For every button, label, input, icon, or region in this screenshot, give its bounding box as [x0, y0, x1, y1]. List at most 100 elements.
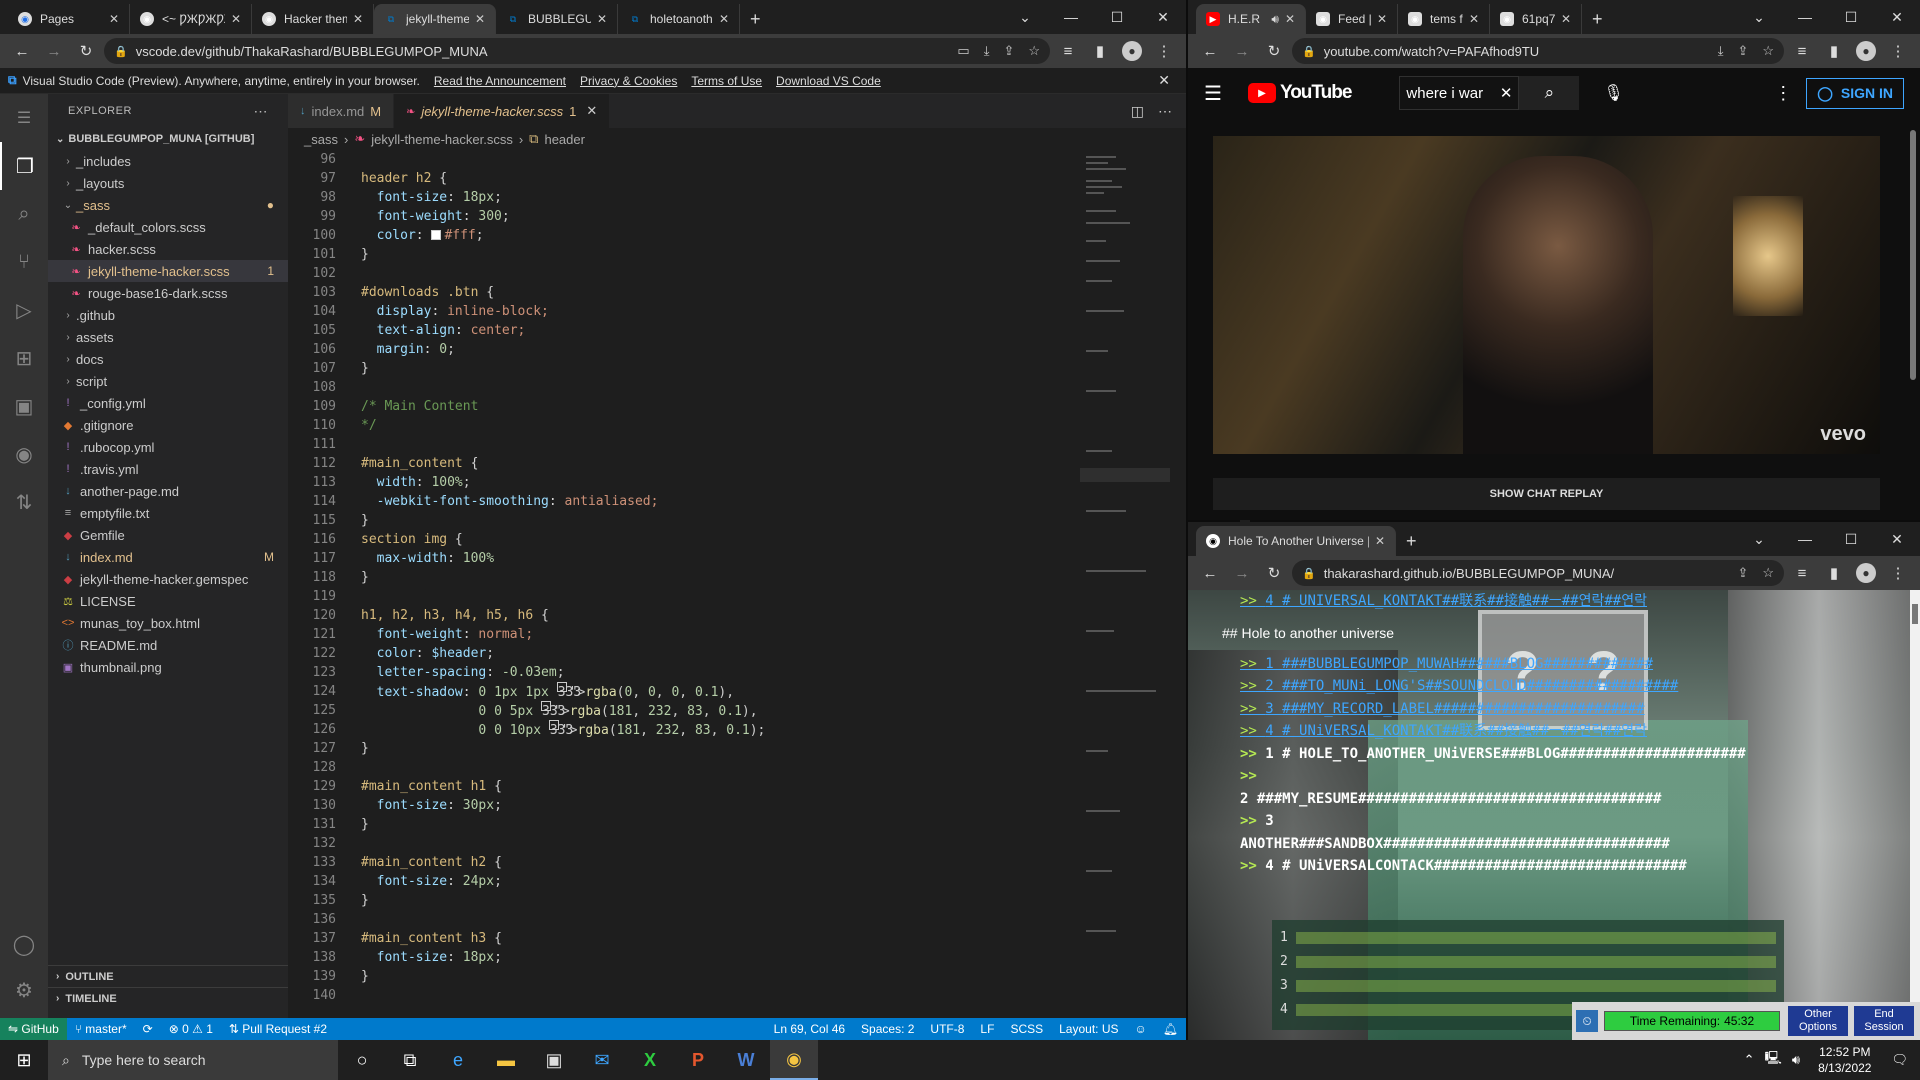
branch-indicator[interactable]: ⑂ master*	[67, 1022, 135, 1036]
tree-file[interactable]: ≡ emptyfile.txt	[48, 502, 288, 524]
tree-folder[interactable]: › .github	[48, 304, 288, 326]
back-icon[interactable]: ←	[1196, 565, 1224, 582]
browser-tab[interactable]: ◉ <~ ǷЖǷЖǷЖ ✕	[130, 4, 252, 34]
profile-avatar[interactable]: ●	[1118, 41, 1146, 61]
tree-file[interactable]: ! .rubocop.yml	[48, 436, 288, 458]
tree-folder[interactable]: ⌄ _sass ●	[48, 194, 288, 216]
close-tab-icon[interactable]: ✕	[353, 12, 363, 26]
chrome-icon[interactable]: ◉	[770, 1040, 818, 1080]
close-tab-icon[interactable]: ✕	[1377, 12, 1387, 26]
tab-search-icon[interactable]: ⌄	[1736, 531, 1782, 548]
tree-file[interactable]: ! _config.yml	[48, 392, 288, 414]
profile-avatar[interactable]: ●	[1852, 563, 1880, 583]
blog-address-bar[interactable]: 🔒 thakarashard.github.io/BUBBLEGUMPOP_MU…	[1292, 560, 1784, 586]
blog-link[interactable]: >> 4 # UNiVERSAL_KONTAKT##联系##接触##ㅡ##연락#…	[1240, 720, 1900, 743]
youtube-search-box[interactable]: where i war ✕	[1399, 76, 1520, 110]
blog-link-text[interactable]: 2 ###TO_MUNi_LONG'S##SOUNDCLOUD#########…	[1265, 678, 1678, 694]
editor-more-icon[interactable]: ⋯	[1158, 103, 1172, 120]
tree-file[interactable]: ◆ jekyll-theme-hacker.gemspec	[48, 568, 288, 590]
powerpoint-icon[interactable]: P	[674, 1040, 722, 1080]
tree-file[interactable]: ❧ jekyll-theme-hacker.scss 1	[48, 260, 288, 282]
show-chat-replay-button[interactable]: SHOW CHAT REPLAY	[1213, 478, 1880, 510]
tree-file[interactable]: ↓ index.md M	[48, 546, 288, 568]
browser-tab[interactable]: ⧉ BUBBLEGUMPO ✕	[496, 4, 618, 34]
tree-file[interactable]: <> munas_toy_box.html	[48, 612, 288, 634]
code-editor[interactable]: 96 97 header h2 {98 font-size: 18px; 99 fon…	[288, 150, 1088, 1000]
outline-section[interactable]: › OUTLINE	[48, 965, 288, 987]
language-mode[interactable]: SCSS	[1002, 1022, 1051, 1036]
microphone-icon[interactable]: 🎙︎	[1603, 83, 1623, 103]
tree-file[interactable]: ◆ .gitignore	[48, 414, 288, 436]
blog-link-text[interactable]: 1 ###BUBBLEGUMPOP_MUWAH######BLOG#######…	[1265, 656, 1653, 672]
youtube-address-bar[interactable]: 🔒 youtube.com/watch?v=PAFAfhod9TU ⤓ ⇪ ☆	[1292, 38, 1784, 64]
blog-link[interactable]: >> 2 ###TO_MUNi_LONG'S##SOUNDCLOUD######…	[1240, 675, 1900, 698]
blog-link-text[interactable]: 3 ###MY_RECORD_LABEL####################…	[1265, 701, 1644, 717]
side-panel-icon[interactable]: ▮	[1820, 564, 1848, 582]
remote-explorer-icon[interactable]: ▣	[0, 382, 48, 430]
youtube-logo[interactable]: ▶ YouTube	[1247, 82, 1352, 104]
close-tab-icon[interactable]: ✕	[597, 12, 607, 26]
editor-tab[interactable]: ↓ index.md M	[288, 94, 395, 128]
browser-tab[interactable]: ⧉ holetoanotheru ✕	[618, 4, 740, 34]
back-icon[interactable]: ←	[1196, 43, 1224, 60]
close-window-icon[interactable]: ✕	[1140, 9, 1186, 26]
tab-search-icon[interactable]: ⌄	[1002, 9, 1048, 26]
tree-folder[interactable]: › _includes	[48, 150, 288, 172]
tree-file[interactable]: ❧ hacker.scss	[48, 238, 288, 260]
browser-tab[interactable]: ⧉ jekyll-theme-hac ✕	[374, 4, 496, 34]
end-session-button[interactable]: End Session	[1854, 1006, 1914, 1036]
reload-icon[interactable]: ↻	[1260, 42, 1288, 60]
reading-list-icon[interactable]: ≡	[1788, 43, 1816, 60]
keyboard-layout[interactable]: Layout: US	[1051, 1022, 1126, 1036]
mail-icon[interactable]: ✉	[578, 1040, 626, 1080]
task-view-icon[interactable]: ⧉	[386, 1040, 434, 1080]
tree-file[interactable]: ! .travis.yml	[48, 458, 288, 480]
tree-file[interactable]: ❧ rouge-base16-dark.scss	[48, 282, 288, 304]
tree-folder[interactable]: › script	[48, 370, 288, 392]
source-control-icon[interactable]: ⑂	[0, 238, 48, 286]
pull-requests-icon[interactable]: ⇅	[0, 478, 48, 526]
line-ending[interactable]: LF	[972, 1022, 1002, 1036]
explorer-icon[interactable]: ❐	[0, 142, 48, 190]
breadcrumb-symbol[interactable]: header	[544, 132, 584, 147]
blog-scrollbar-thumb[interactable]	[1912, 604, 1918, 624]
store-icon[interactable]: ▣	[530, 1040, 578, 1080]
minimize-icon[interactable]: —	[1782, 9, 1828, 25]
browser-tab[interactable]: ◉ Pages ✕	[8, 4, 130, 34]
edge-icon[interactable]: e	[434, 1040, 482, 1080]
tree-folder[interactable]: › _layouts	[48, 172, 288, 194]
blog-link[interactable]: >> 1 ###BUBBLEGUMPOP_MUWAH######BLOG####…	[1240, 653, 1900, 676]
feedback-icon[interactable]: ☺	[1127, 1022, 1155, 1036]
sync-icon[interactable]: ⟳	[135, 1022, 161, 1036]
encoding[interactable]: UTF-8	[922, 1022, 972, 1036]
download-icon[interactable]: ⤓	[1718, 43, 1724, 59]
excel-icon[interactable]: X	[626, 1040, 674, 1080]
menu-icon[interactable]: ☰	[0, 94, 48, 142]
forward-icon[interactable]: →	[1228, 565, 1256, 582]
profile-avatar[interactable]: ●	[1852, 41, 1880, 61]
share-icon[interactable]: ⇪	[1737, 43, 1748, 59]
accounts-icon[interactable]: ◯	[0, 920, 48, 968]
blog-link[interactable]: >> 3 ###MY_RECORD_LABEL#################…	[1240, 698, 1900, 721]
close-window-icon[interactable]: ✕	[1874, 531, 1920, 548]
youtube-scrollbar[interactable]	[1910, 130, 1916, 380]
tree-folder[interactable]: › docs	[48, 348, 288, 370]
maximize-icon[interactable]: ☐	[1828, 9, 1874, 26]
youtube-browser-tab[interactable]: ◉ tems free ✕	[1398, 4, 1490, 34]
close-tab-icon[interactable]: ✕	[1375, 534, 1385, 548]
indentation[interactable]: Spaces: 2	[853, 1022, 922, 1036]
blog-link-text[interactable]: 4 # UNiVERSAL_KONTAKT##联系##接触##ㅡ##연락##연락	[1265, 723, 1647, 739]
volume-icon[interactable]: 🔊︎	[1792, 1052, 1800, 1068]
blog-link[interactable]: >> 4 # UNiVERSALCONTACK#################…	[1240, 855, 1900, 878]
close-tab-icon[interactable]: ✕	[475, 12, 485, 26]
forward-icon[interactable]: →	[1228, 43, 1256, 60]
more-actions-icon[interactable]: ⋯	[254, 103, 269, 120]
privacy-link[interactable]: Privacy & Cookies	[580, 74, 677, 88]
download-vscode-link[interactable]: Download VS Code	[776, 74, 881, 88]
install-icon[interactable]: ▭	[957, 43, 969, 59]
close-tab-icon[interactable]: ✕	[1561, 12, 1571, 26]
other-options-button[interactable]: Other Options	[1788, 1006, 1848, 1036]
pull-request-indicator[interactable]: ⇅ Pull Request #2	[221, 1022, 335, 1036]
tree-file[interactable]: ⚖ LICENSE	[48, 590, 288, 612]
taskbar-clock[interactable]: 12:52 PM 8/13/2022	[1818, 1044, 1871, 1076]
